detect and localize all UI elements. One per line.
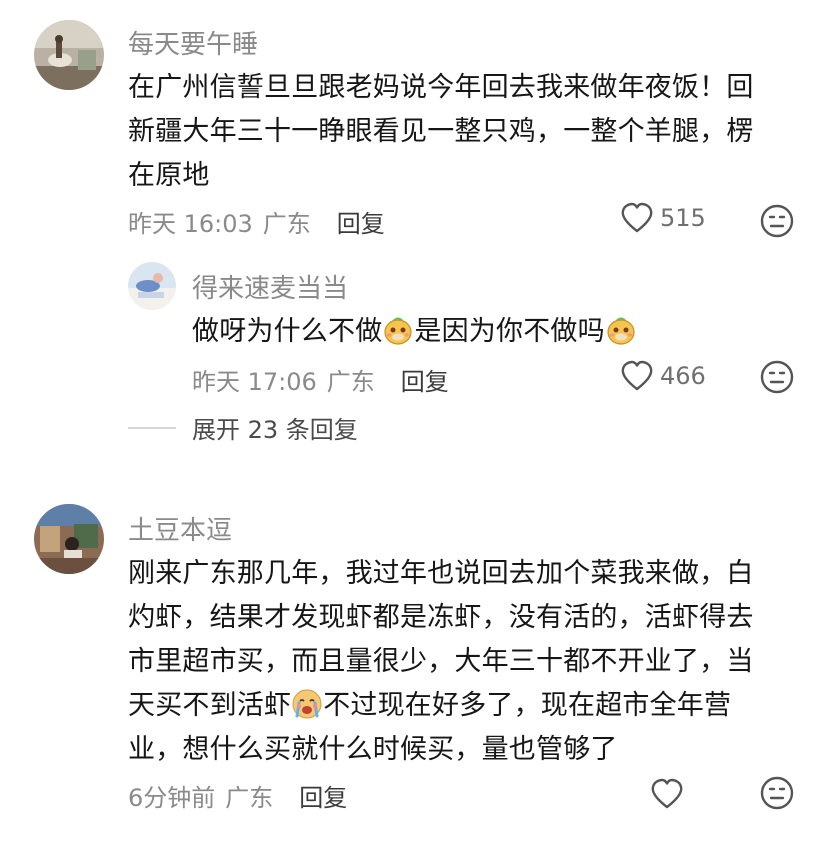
dislike-face-icon [760,204,794,238]
reply-button[interactable]: 回复 [299,778,347,813]
comment-text-line: 天买不到活虾 不过现在好多了，现在超市全年营 [128,684,808,728]
comment-text-line: 市里超市买，而且量很少，大年三十都不开业了，当 [128,646,754,677]
comment-text-part: 天买不到活虾 [128,690,292,721]
reply-meta: 昨天 17:06 广东 回复 [192,362,449,397]
comment-text-line: 刚来广东那几年，我过年也说回去加个菜我来做，白 [128,558,754,589]
dislike-button[interactable] [760,204,794,238]
like-count: 515 [660,204,706,232]
heart-outline-icon [651,778,683,809]
avatar[interactable] [34,504,104,574]
reply-button[interactable]: 回复 [401,362,449,397]
comment-text: 在广州信誓旦旦跟老妈说今年回去我来做年夜饭！回 新疆大年三十一睁眼看见一整只鸡，… [128,66,808,198]
divider-line [128,426,176,429]
comment-location: 广东 [225,784,274,812]
dislike-face-icon [760,360,794,394]
avatar-image [34,504,104,574]
sticker-emoji [382,314,414,346]
comment-text-line: 业，想什么买就什么时候买，量也管够了 [128,734,618,765]
like-button[interactable] [650,778,690,810]
comment-username[interactable]: 土豆本逗 [128,510,232,547]
dislike-face-icon [760,776,794,810]
crying-face-emoji [291,688,323,720]
comment-text-line: 在原地 [128,160,210,191]
comment-time: 6分钟前 [128,784,216,812]
expand-replies-label: 展开 23 条回复 [192,416,358,444]
comment-username[interactable]: 每天要午睡 [128,24,258,61]
expand-replies-button[interactable]: 展开 23 条回复 [128,410,358,445]
comment-text-line: 灼虾，结果才发现虾都是冻虾，没有活的，活虾得去 [128,602,754,633]
dislike-button[interactable] [760,360,794,394]
like-button[interactable]: 515 [620,202,706,234]
reply-text-part: 是因为你不做吗 [414,316,605,347]
comment-time: 昨天 16:03 [128,210,253,238]
comment-location: 广东 [262,210,311,238]
avatar-image [128,262,176,310]
reply-avatar[interactable] [128,262,176,310]
reply-text-part: 做呀为什么不做 [192,316,383,347]
reply-button[interactable]: 回复 [337,204,385,239]
comment-text-line: 在广州信誓旦旦跟老妈说今年回去我来做年夜饭！回 [128,72,754,103]
comment-text-part: 不过现在好多了，现在超市全年营 [323,690,732,721]
reply-username[interactable]: 得来速麦当当 [192,268,348,305]
like-count: 466 [660,362,706,390]
comment-text-line: 新疆大年三十一睁眼看见一整只鸡，一整个羊腿，楞 [128,116,754,147]
heart-outline-icon [621,202,653,233]
comment-text: 刚来广东那几年，我过年也说回去加个菜我来做，白 灼虾，结果才发现虾都是冻虾，没有… [128,552,808,772]
reply-text: 做呀为什么不做 是因为你不做吗 [192,310,752,354]
reply-location: 广东 [326,368,375,396]
like-button[interactable]: 466 [620,360,706,392]
sticker-emoji [605,314,637,346]
comment-meta: 6分钟前 广东 回复 [128,778,347,813]
dislike-button[interactable] [760,776,794,810]
avatar[interactable] [34,20,104,90]
reply-time: 昨天 17:06 [192,368,317,396]
comment-meta: 昨天 16:03 广东 回复 [128,204,385,239]
avatar-image [34,20,104,90]
heart-outline-icon [621,360,653,391]
